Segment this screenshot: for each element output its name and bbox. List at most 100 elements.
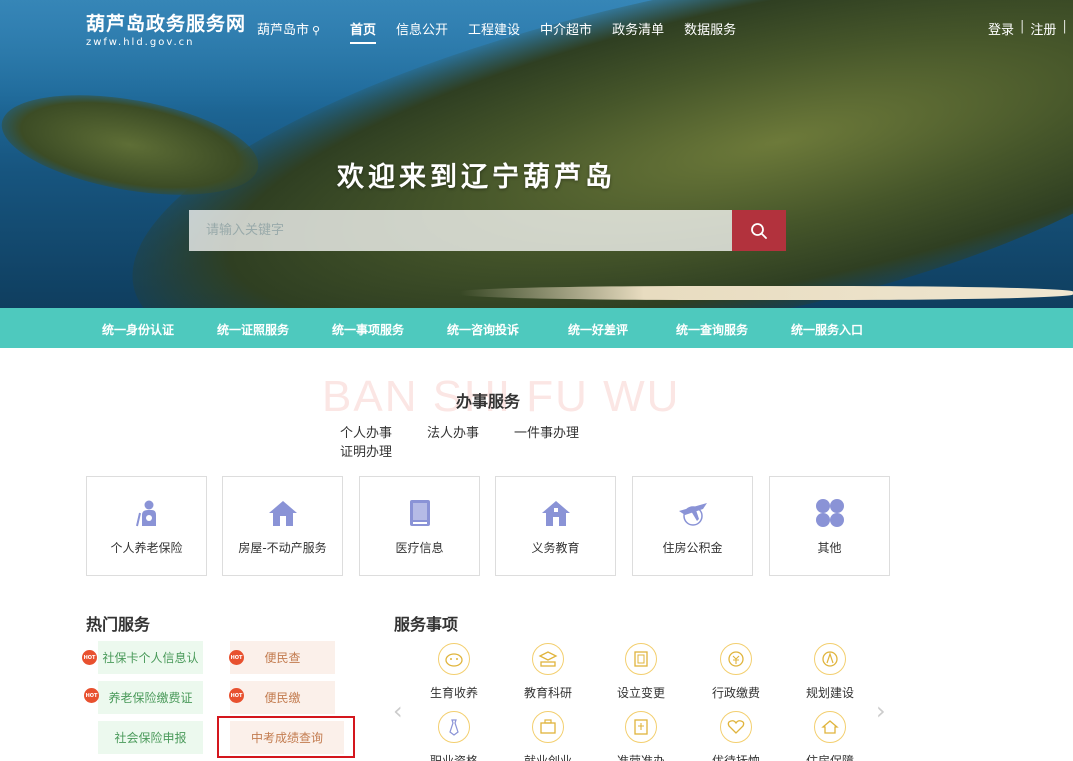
service-label: 职业资格 [429,754,478,761]
prev-arrow-icon[interactable]: ‹ [393,697,403,725]
search-input[interactable] [189,210,732,251]
card-label: 个人养老保险 [110,541,183,555]
unified-query-link[interactable]: 统一查询服务 [676,321,748,338]
education-icon [532,643,564,675]
card-education[interactable]: 义务教育 [495,476,616,576]
hot-badge-icon: HOT [229,650,244,665]
briefcase-icon [532,711,564,743]
location-icon: ⚲ [312,24,321,37]
card-other[interactable]: 其他 [769,476,890,576]
site-name: 葫芦岛政务服务网 [86,13,247,35]
city-selector[interactable]: 葫芦岛市 ⚲ [257,19,320,38]
unified-consult-link[interactable]: 统一咨询投诉 [447,321,519,338]
baby-icon [438,643,470,675]
hot-badge-icon: HOT [229,688,244,703]
grid-icon [815,497,845,529]
account-links: 登录 | 注册 | 无 [988,19,1073,38]
service-item-housing-security[interactable]: 住房保障 [785,711,875,761]
city-label: 葫芦岛市 [257,23,310,38]
highlight-box [217,716,355,758]
nav-item-home[interactable]: 首页 [350,19,377,44]
medical-book-icon [408,497,432,529]
site-logo[interactable]: 葫芦岛政务服务网 zwfw.hld.gov.cn [86,9,246,48]
service-item-planning[interactable]: 规划建设 [785,643,875,701]
search-bar [189,210,786,251]
search-button[interactable] [732,210,786,251]
hero-beach [460,286,1073,300]
section-title: 办事服务 [456,392,521,411]
airplane-icon [677,497,709,529]
service-item-establish-change[interactable]: 设立变更 [596,643,686,701]
hot-services-title: 热门服务 [86,615,151,634]
service-items-title: 服务事项 [394,615,459,634]
permit-icon [625,711,657,743]
service-item-admin-fee[interactable]: 行政缴费 [691,643,781,701]
hot-badge-icon: HOT [84,688,99,703]
nav-item-construction[interactable]: 工程建设 [468,19,520,44]
card-label: 住房公积金 [662,541,723,555]
housing-icon [814,711,846,743]
welcome-heading: 欢迎来到辽宁葫芦岛 [337,162,616,193]
card-label: 义务教育 [531,541,580,555]
service-label: 行政缴费 [711,686,760,700]
heart-icon [720,711,752,743]
card-medical-info[interactable]: 医疗信息 [359,476,480,576]
tab-certificate[interactable]: 证明办理 [340,441,392,460]
search-icon [751,222,767,239]
service-item-employment[interactable]: 就业创业 [503,711,593,761]
service-label: 生育收养 [429,686,478,700]
payment-icon [720,643,752,675]
planning-icon [814,643,846,675]
service-item-preferential-care[interactable]: 优待抚恤 [691,711,781,761]
hot-item-pension-certificate[interactable]: 养老保险缴费证 [98,681,203,714]
tab-one-thing[interactable]: 一件事办理 [514,422,579,441]
card-label: 医疗信息 [395,541,444,555]
hot-item-social-insurance[interactable]: 社会保险申报 [98,721,203,754]
nav-item-agency-market[interactable]: 中介超市 [540,19,592,44]
login-link[interactable]: 登录 [988,19,1014,38]
tie-icon [438,711,470,743]
hot-item-convenience-query[interactable]: 便民查 [230,641,335,674]
service-label: 教育科研 [523,686,572,700]
tab-corporate[interactable]: 法人办事 [427,422,479,441]
unified-rating-link[interactable]: 统一好差评 [568,321,628,338]
unified-services-bar: 统一身份认证 统一证照服务 统一事项服务 统一咨询投诉 统一好差评 统一查询服务… [0,308,1073,348]
nav-item-data-service[interactable]: 数据服务 [684,19,736,44]
top-nav: 首页 信息公开 工程建设 中介超市 政务清单 数据服务 [350,19,756,44]
hot-item-convenience-pay[interactable]: 便民缴 [230,681,335,714]
unified-identity-link[interactable]: 统一身份认证 [102,321,174,338]
service-item-vocational[interactable]: 职业资格 [409,711,499,761]
site-domain: zwfw.hld.gov.cn [86,37,195,48]
card-pension-insurance[interactable]: 个人养老保险 [86,476,207,576]
card-housing-fund[interactable]: 住房公积金 [632,476,753,576]
service-label: 就业创业 [523,754,572,761]
unified-certificate-link[interactable]: 统一证照服务 [217,321,289,338]
divider: | [1020,19,1025,34]
service-label: 优待抚恤 [711,754,760,761]
service-label: 设立变更 [616,686,665,700]
service-item-permit[interactable]: 准营准办 [596,711,686,761]
card-label: 房屋-不动产服务 [238,541,327,555]
elderly-person-icon [134,497,160,529]
service-label: 住房保障 [805,754,854,761]
unified-matters-link[interactable]: 统一事项服务 [332,321,404,338]
service-label: 准营准办 [616,754,665,761]
register-link[interactable]: 注册 [1030,19,1056,38]
school-house-icon [541,497,571,529]
divider: | [1062,19,1067,34]
service-item-birth-adoption[interactable]: 生育收养 [409,643,499,701]
nav-item-gov-list[interactable]: 政务清单 [612,19,664,44]
hero-banner: 葫芦岛政务服务网 zwfw.hld.gov.cn 葫芦岛市 ⚲ 首页 信息公开 工… [0,0,1073,308]
document-frame-icon [625,643,657,675]
service-label: 规划建设 [805,686,854,700]
card-real-estate[interactable]: 房屋-不动产服务 [222,476,343,576]
hot-item-social-card[interactable]: 社保卡个人信息认 [98,641,203,674]
hot-badge-icon: HOT [82,650,97,665]
nav-item-info-public[interactable]: 信息公开 [396,19,448,44]
service-item-education-research[interactable]: 教育科研 [503,643,593,701]
unified-entry-link[interactable]: 统一服务入口 [791,321,863,338]
tab-personal[interactable]: 个人办事 [340,422,392,441]
house-icon [268,497,298,529]
card-label: 其他 [817,541,842,555]
next-arrow-icon[interactable]: › [876,697,886,725]
